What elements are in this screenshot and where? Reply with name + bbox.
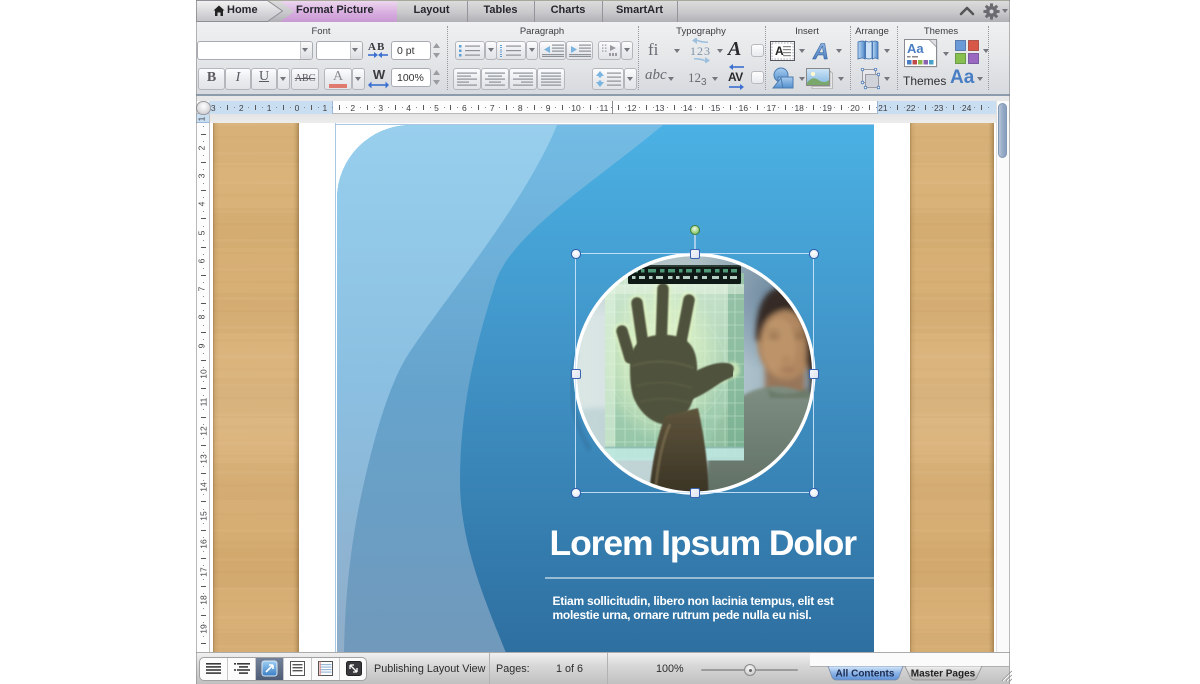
- svg-text:Aa: Aa: [907, 41, 924, 56]
- svg-text:All Contents: All Contents: [836, 668, 895, 679]
- svg-text:Master Pages: Master Pages: [911, 668, 976, 679]
- svg-text:A: A: [775, 44, 784, 58]
- svg-text:A: A: [812, 40, 829, 61]
